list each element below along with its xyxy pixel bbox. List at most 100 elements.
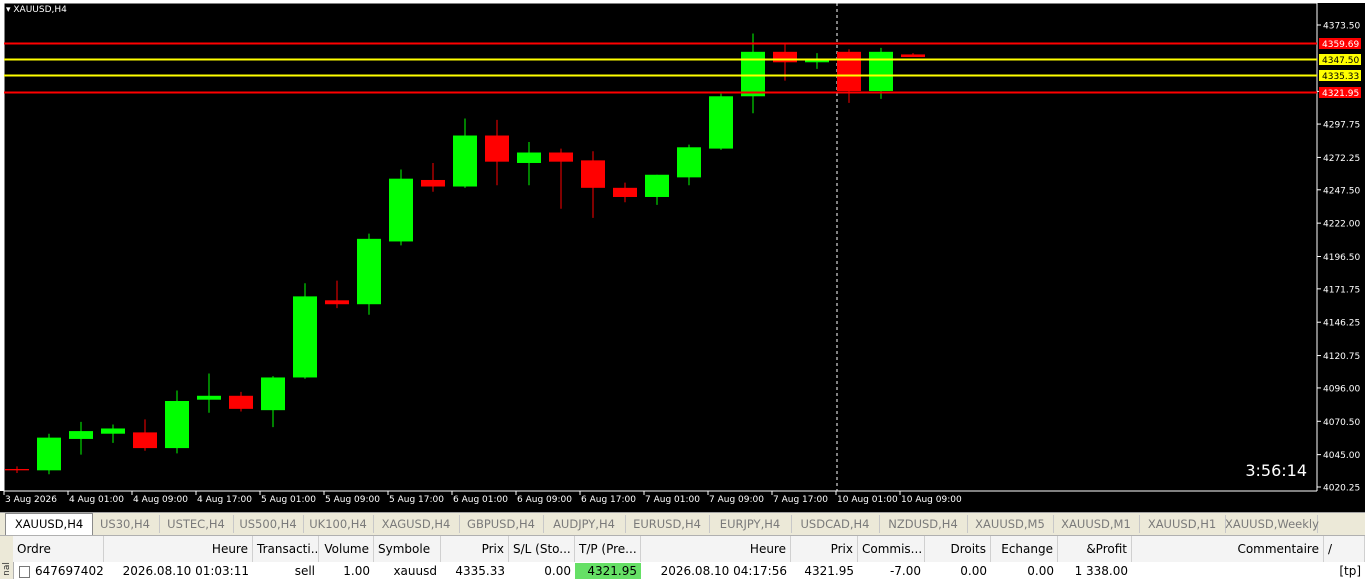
candle-bear (485, 135, 509, 162)
candle-bear (549, 152, 573, 162)
price-tick-label: 4096.00 (1323, 384, 1360, 394)
candle-bull (165, 401, 189, 449)
column-header[interactable]: Prix (791, 536, 858, 562)
candle-bear (325, 300, 349, 305)
price-tick-label: 4120.75 (1323, 352, 1360, 362)
table-cell: 2026.08.10 01:03:11 (122, 564, 249, 578)
time-tick-label: 4 Aug 09:00 (133, 495, 188, 505)
price-tick-label: 4070.50 (1323, 418, 1360, 428)
candle-bull (517, 152, 541, 163)
column-header[interactable]: Droits (925, 536, 991, 562)
table-cell: xauusd (393, 564, 437, 578)
time-tick-label: 3 Aug 2026 (5, 495, 57, 505)
candle-bear (5, 469, 29, 471)
table-cell: 2026.08.10 04:17:56 (660, 564, 787, 578)
tab-xauusd-h1[interactable]: XAUUSD,H1 (1139, 515, 1226, 533)
candle-bull (293, 296, 317, 378)
candle-bull (69, 431, 93, 439)
tab-xauusd-h4[interactable]: XAUUSD,H4 (5, 513, 93, 535)
time-tick-label: 10 Aug 09:00 (901, 495, 962, 505)
chart-tabs-bar: XAUUSD,H4 US30,H4 USTEC,H4 US500,H4 UK100,H4… (0, 512, 1365, 535)
column-header[interactable]: Ordre (13, 536, 104, 562)
candle-bear (229, 395, 253, 409)
candle-bull (261, 377, 285, 411)
table-cell: 0.00 (960, 564, 987, 578)
candle-bear (773, 51, 797, 63)
order-id-cell: 647697402 (13, 563, 104, 579)
tab-ustec-h4[interactable]: USTEC,H4 (159, 515, 234, 533)
time-tick-label: 6 Aug 01:00 (453, 495, 508, 505)
tab-eurusd-h4[interactable]: EURUSD,H4 (625, 515, 710, 533)
candle-bull (677, 147, 701, 178)
column-header[interactable]: S/L (Sto... (509, 536, 575, 562)
chart-symbol-label: ▾ XAUUSD,H4 (6, 5, 67, 15)
time-tick-label: 7 Aug 09:00 (709, 495, 764, 505)
chart-window[interactable]: 4373.504322.754297.754272.254247.504222.… (0, 0, 1365, 512)
time-tick-label: 6 Aug 17:00 (581, 495, 636, 505)
candle-bull (453, 135, 477, 187)
candle-bear (613, 187, 637, 197)
time-tick-label: 7 Aug 17:00 (773, 495, 828, 505)
table-cell: 1.00 (343, 564, 370, 578)
tab-usdcad-h4[interactable]: USDCAD,H4 (791, 515, 880, 533)
time-tick-label: 5 Aug 01:00 (261, 495, 316, 505)
column-header[interactable]: Heure (641, 536, 791, 562)
tab-gbpusd-h4[interactable]: GBPUSD,H4 (459, 515, 544, 533)
candle-bear (133, 432, 157, 449)
bar-countdown: 3:56:14 (1245, 461, 1307, 480)
column-header[interactable]: Transacti... (253, 536, 319, 562)
price-level-label: 4347.50 (1322, 56, 1359, 66)
table-cell: 0.00 (544, 564, 571, 578)
column-header[interactable]: Commis... (858, 536, 925, 562)
tab-xauusd-m5[interactable]: XAUUSD,M5 (967, 515, 1054, 533)
column-header[interactable]: T/P (Pre... (575, 536, 641, 562)
time-tick-label: 5 Aug 17:00 (389, 495, 444, 505)
tab-audjpy-h4[interactable]: AUDJPY,H4 (543, 515, 626, 533)
price-tick-label: 4247.50 (1323, 186, 1360, 196)
symbol-text: XAUUSD,H4 (13, 5, 67, 15)
price-tick-label: 4045.00 (1323, 451, 1360, 461)
price-tick-label: 4196.50 (1323, 253, 1360, 263)
time-tick-label: 5 Aug 09:00 (325, 495, 380, 505)
price-tick-label: 4373.50 (1323, 22, 1360, 32)
time-tick-label: 7 Aug 01:00 (645, 495, 700, 505)
candle-bear (837, 51, 861, 92)
column-header[interactable]: Prix (441, 536, 509, 562)
table-cell: 4321.95 (804, 564, 854, 578)
tab-xauusd-m1[interactable]: XAUUSD,M1 (1053, 515, 1140, 533)
candle-bull (37, 437, 61, 471)
column-header[interactable]: Volume (319, 536, 374, 562)
table-cell: 1 338.00 (1074, 564, 1128, 578)
time-tick-label: 6 Aug 09:00 (517, 495, 572, 505)
column-header[interactable]: &Profit (1058, 536, 1132, 562)
chart-canvas[interactable]: 4373.504322.754297.754272.254247.504222.… (0, 0, 1365, 512)
tab-xagusd-h4[interactable]: XAGUSD,H4 (373, 515, 460, 533)
column-header[interactable]: Heure (104, 536, 253, 562)
price-tick-label: 4020.25 (1323, 484, 1360, 494)
table-cell: [tp] (1339, 564, 1361, 578)
time-tick-label: 4 Aug 01:00 (69, 495, 124, 505)
price-tick-label: 4146.25 (1323, 319, 1360, 329)
candle-bull (389, 178, 413, 242)
tab-eurjpy-h4[interactable]: EURJPY,H4 (709, 515, 792, 533)
price-level-label: 4321.95 (1322, 89, 1359, 99)
candle-bull (869, 51, 893, 92)
order-icon (19, 566, 30, 578)
column-header[interactable]: Commentaire (1132, 536, 1324, 562)
table-cell: 4335.33 (455, 564, 505, 578)
tab-us500-h4[interactable]: US500,H4 (233, 515, 304, 533)
candle-bull (197, 395, 221, 400)
column-header[interactable]: / (1324, 536, 1365, 562)
tab-us30-h4[interactable]: US30,H4 (91, 515, 160, 533)
table-cell: sell (294, 564, 315, 578)
table-cell: -7.00 (889, 564, 921, 578)
candle-bear (421, 179, 445, 187)
column-header[interactable]: Echange (991, 536, 1058, 562)
tab-uk100-h4[interactable]: UK100,H4 (303, 515, 374, 533)
tab-nzdusd-h4[interactable]: NZDUSD,H4 (879, 515, 968, 533)
column-header[interactable]: Symbole (374, 536, 441, 562)
tab-xauusd-weekly[interactable]: XAUUSD,Weekly (1225, 515, 1319, 533)
terminal-side-label: nal (0, 536, 14, 579)
terminal-panel: nal Ordre Heure Transacti... Volume Symbole P… (0, 535, 1365, 579)
price-tick-label: 4272.25 (1323, 154, 1360, 164)
